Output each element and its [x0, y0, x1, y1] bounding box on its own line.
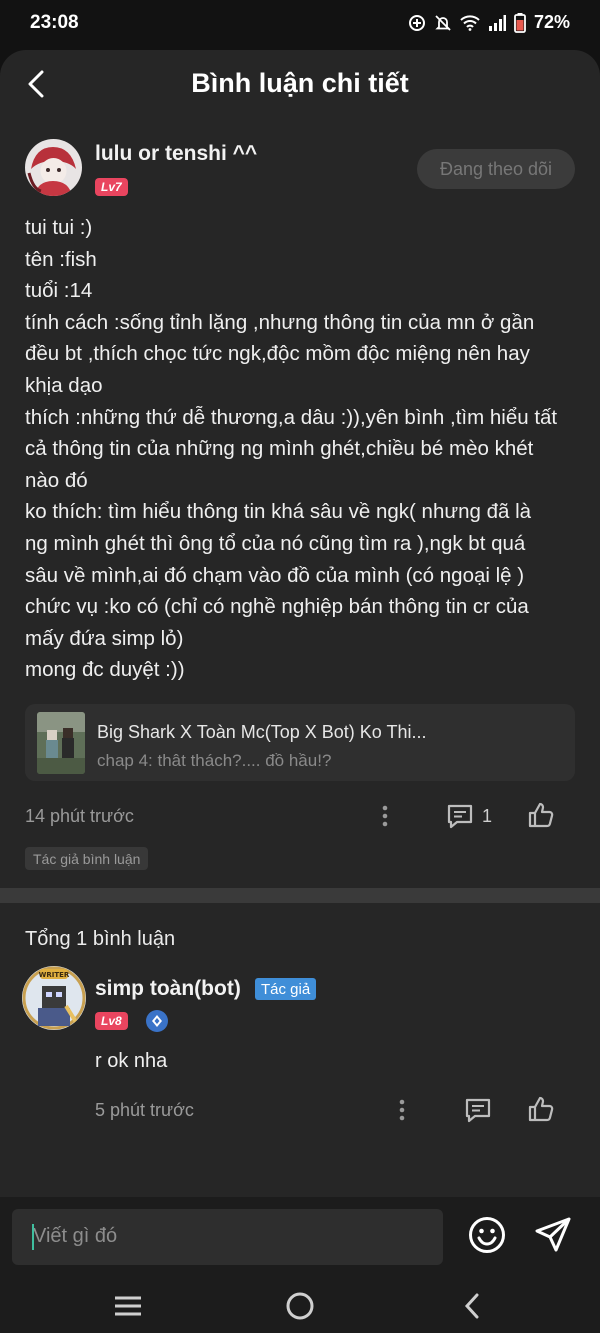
comment-more-button[interactable]: [388, 1094, 416, 1126]
post-line: sâu về mình,ai đó chạm vào đồ của mình (…: [25, 563, 525, 587]
emoji-icon: [469, 1217, 505, 1253]
emoji-button[interactable]: [464, 1212, 510, 1258]
comment-like-button[interactable]: [524, 1092, 558, 1126]
author-name[interactable]: lulu or tenshi ^^: [95, 142, 257, 166]
comment-reply-button[interactable]: [462, 1094, 494, 1126]
signal-icon: [488, 14, 506, 31]
following-button[interactable]: Đang theo dõi: [417, 149, 575, 189]
post-line: cả thông tin của những ng mình ghét,chiề…: [25, 437, 534, 461]
post-reply-button[interactable]: [444, 800, 476, 832]
menu-icon: [115, 1296, 141, 1316]
author-label-badge: Tác giả: [255, 978, 317, 1000]
send-icon: [535, 1217, 571, 1252]
section-divider: [0, 888, 600, 903]
wifi-icon: [460, 14, 480, 31]
comment-icon: [447, 804, 473, 829]
home-button[interactable]: [280, 1286, 320, 1326]
status-bar: 23:08 72%: [0, 0, 600, 50]
comment-time: 5 phút trước: [95, 1100, 194, 1120]
post-line: nào đó: [25, 468, 88, 492]
svg-text:WRITER: WRITER: [39, 971, 70, 979]
diamond-icon: [152, 1015, 162, 1027]
story-title: Big Shark X Toàn Mc(Top X Bot) Ko Thi...: [97, 722, 427, 742]
post-line: đều bt ,thích chọc tức ngk,độc mồm độc m…: [25, 342, 530, 366]
commenter-avatar[interactable]: WRITER: [22, 966, 86, 1030]
author-avatar[interactable]: [25, 139, 82, 196]
post-line: thích :những thứ dễ thương,a dâu :)),yên…: [25, 405, 558, 429]
like-icon: [528, 802, 554, 828]
battery-percent: 72%: [533, 12, 570, 32]
send-button[interactable]: [530, 1212, 576, 1258]
post-line: ng mình ghét thì ông tổ của nó cũng tìm …: [25, 531, 526, 555]
commenter-level-badge: Lv8: [95, 1012, 128, 1030]
system-nav-bar: [0, 1280, 600, 1333]
like-icon: [528, 1096, 554, 1122]
post-more-button[interactable]: [370, 800, 400, 832]
more-vertical-icon: [382, 805, 388, 827]
more-vertical-icon: [399, 1099, 405, 1121]
system-back-button[interactable]: [452, 1288, 492, 1324]
top-bar: Bình luận chi tiết: [0, 50, 600, 120]
story-chapter: chap 4: thât thách?.... đồ hầu!?: [97, 751, 332, 770]
comment-icon: [465, 1098, 491, 1123]
comment-input-placeholder: Viết gì đó: [33, 1225, 118, 1247]
author-level-badge: Lv7: [95, 178, 128, 196]
recent-apps-button[interactable]: [108, 1288, 148, 1324]
commenter-name[interactable]: simp toàn(bot): [95, 977, 241, 1001]
battery-icon: [514, 12, 526, 33]
story-thumbnail: [37, 712, 85, 774]
post-time: 14 phút trước: [25, 806, 134, 826]
post-line: tuổi :14: [25, 279, 93, 303]
story-link-card[interactable]: Big Shark X Toàn Mc(Top X Bot) Ko Thi...…: [25, 704, 575, 781]
post-line: khịa dạo: [25, 373, 103, 397]
post-like-button[interactable]: [524, 798, 558, 832]
post-line: tính cách :sống tỉnh lặng ,nhưng thông t…: [25, 310, 535, 334]
comment-text: r ok nha: [95, 1050, 168, 1072]
post-line: tui tui :): [25, 216, 93, 239]
nav-back-icon: [464, 1293, 479, 1319]
post-line: mong đc duyệt :)): [25, 658, 185, 682]
status-icons: 72%: [408, 12, 570, 33]
reply-count: 1: [482, 806, 493, 826]
comment-author-tag: Tác giả bình luận: [25, 847, 149, 870]
data-saver-icon: [408, 14, 425, 31]
verified-badge: [146, 1010, 168, 1032]
page-title: Bình luận chi tiết: [191, 68, 409, 98]
post-line: tên :fish: [25, 247, 97, 271]
status-time: 23:08: [30, 12, 79, 33]
mute-icon: [435, 14, 451, 31]
post-body: tui tui :) tên :fish tuổi :14 tính cách :số…: [25, 212, 575, 686]
post-line: chức vụ :ko có (chỉ có nghề nghiệp bán t…: [25, 595, 529, 619]
text-caret: [32, 1224, 34, 1250]
home-circle-icon: [286, 1292, 314, 1320]
post-line: mấy đứa simp lỏ): [25, 626, 184, 650]
post-line: ko thích: tìm hiểu thông tin khá sâu về …: [25, 500, 532, 524]
total-comments: Tổng 1 bình luận: [25, 928, 176, 950]
